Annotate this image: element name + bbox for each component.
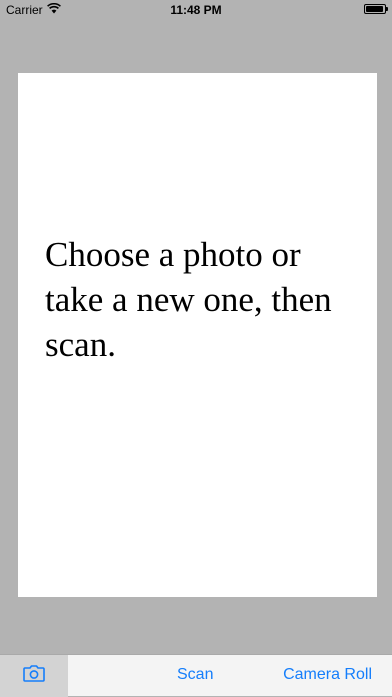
prompt-text: Choose a photo or take a new one, then s… <box>45 235 332 364</box>
camera-icon <box>23 665 45 687</box>
status-right <box>364 4 388 14</box>
toolbar: Scan Camera Roll <box>0 654 392 697</box>
camera-button[interactable] <box>0 655 68 697</box>
status-bar: Carrier 11:48 PM <box>0 0 392 20</box>
camera-roll-button[interactable]: Camera Roll <box>283 666 372 684</box>
scan-button[interactable]: Scan <box>177 666 213 684</box>
photo-area: Choose a photo or take a new one, then s… <box>18 73 377 597</box>
battery-level <box>366 6 383 12</box>
battery-icon <box>364 4 388 14</box>
status-time: 11:48 PM <box>170 3 222 17</box>
